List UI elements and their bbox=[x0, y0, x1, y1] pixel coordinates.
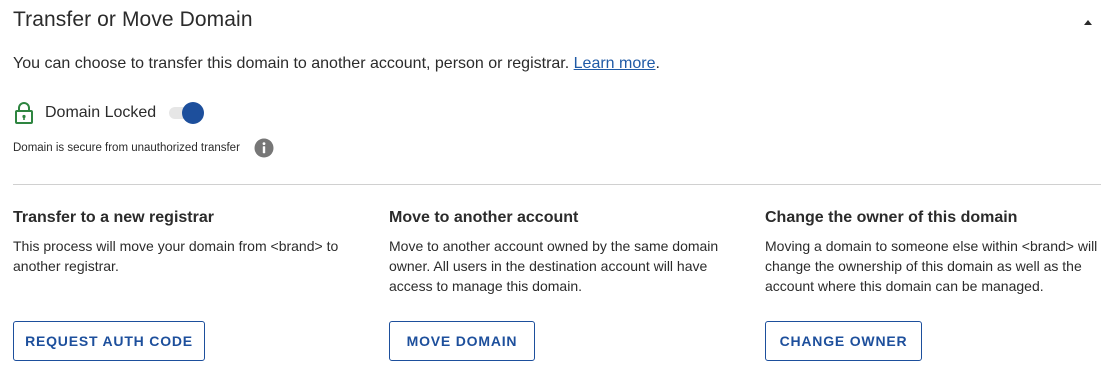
option-title: Move to another account bbox=[389, 209, 579, 226]
caret-up-icon bbox=[1084, 20, 1092, 25]
domain-lock-row: Domain Locked bbox=[13, 100, 205, 126]
learn-more-link[interactable]: Learn more bbox=[574, 55, 656, 72]
option-change-owner: Change the owner of this domain Moving a… bbox=[765, 209, 1101, 296]
option-move-account: Move to another account Move to another … bbox=[389, 209, 729, 296]
request-auth-code-button[interactable]: REQUEST AUTH CODE bbox=[13, 321, 205, 361]
domain-locked-label: Domain Locked bbox=[45, 104, 157, 121]
option-transfer-registrar: Transfer to a new registrar This process… bbox=[13, 209, 353, 276]
domain-lock-toggle[interactable] bbox=[168, 102, 205, 124]
option-description: Move to another account owned by the sam… bbox=[389, 238, 719, 294]
option-description: This process will move your domain from … bbox=[13, 238, 339, 274]
toggle-knob bbox=[182, 102, 205, 124]
change-owner-button[interactable]: CHANGE OWNER bbox=[765, 321, 922, 361]
secure-status-text: Domain is secure from unauthorized trans… bbox=[13, 142, 240, 154]
collapse-section-button[interactable] bbox=[1078, 14, 1098, 30]
page-title: Transfer or Move Domain bbox=[13, 8, 253, 31]
option-title: Change the owner of this domain bbox=[765, 209, 1018, 226]
secure-status-row: Domain is secure from unauthorized trans… bbox=[13, 138, 274, 158]
move-domain-button[interactable]: MOVE DOMAIN bbox=[389, 321, 535, 361]
info-icon[interactable] bbox=[254, 138, 274, 158]
option-description: Moving a domain to someone else within <… bbox=[765, 238, 1098, 294]
lock-icon bbox=[15, 102, 33, 124]
section-divider bbox=[13, 184, 1101, 185]
intro-sentence: You can choose to transfer this domain t… bbox=[13, 55, 570, 72]
option-title: Transfer to a new registrar bbox=[13, 209, 214, 226]
intro-trailing: . bbox=[655, 55, 660, 72]
intro-text: You can choose to transfer this domain t… bbox=[13, 55, 660, 73]
